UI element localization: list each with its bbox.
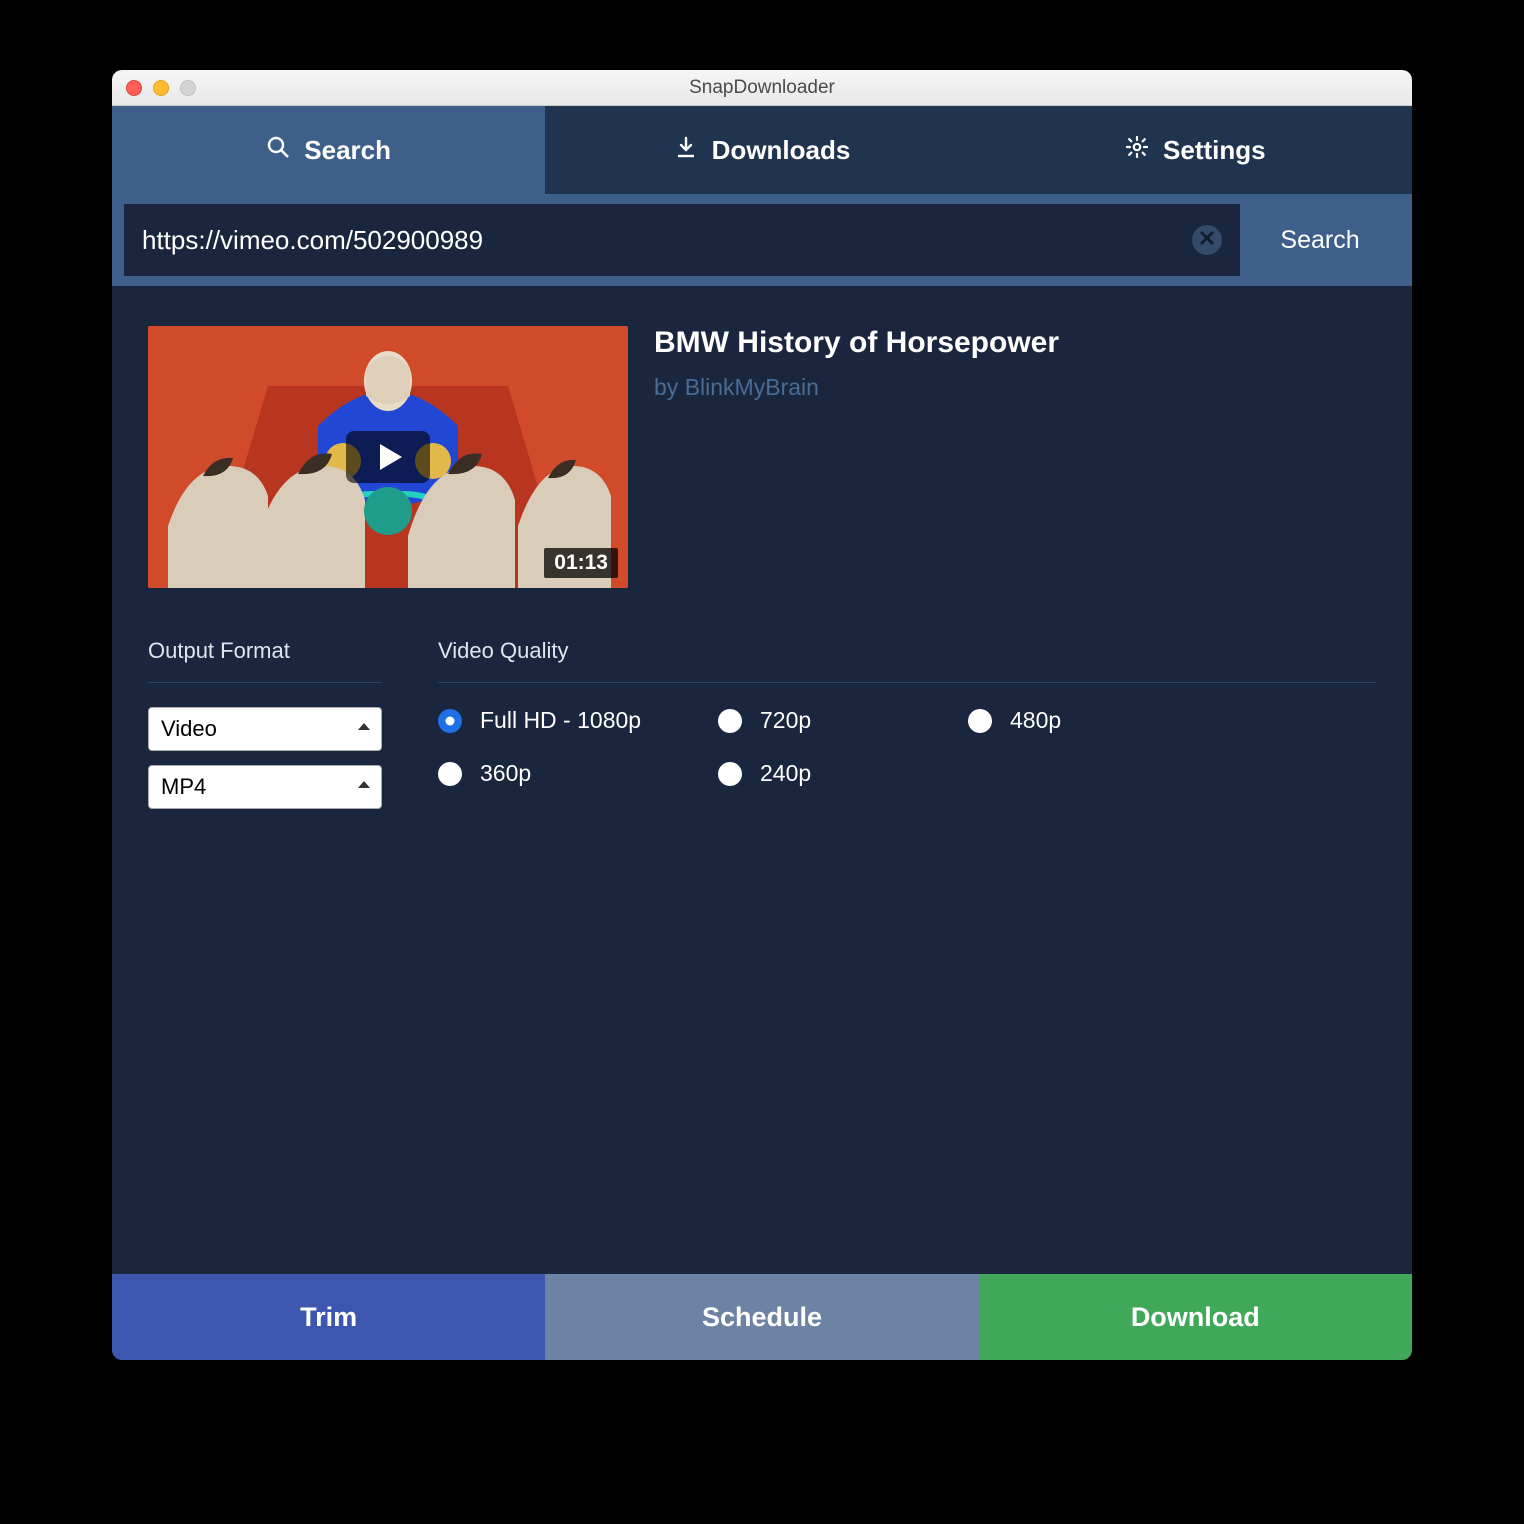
gear-icon (1125, 135, 1149, 166)
button-label: Schedule (702, 1302, 822, 1333)
tab-label: Downloads (712, 135, 851, 166)
tab-label: Settings (1163, 135, 1266, 166)
video-author: by BlinkMyBrain (654, 374, 1059, 401)
radio-icon (718, 709, 742, 733)
video-title: BMW History of Horsepower (654, 326, 1059, 360)
radio-icon (718, 762, 742, 786)
titlebar: SnapDownloader (112, 70, 1412, 106)
select-value: Video (148, 707, 382, 751)
format-container-select[interactable]: MP4 (148, 765, 382, 809)
app-window: SnapDownloader Search Downloads Settings (112, 70, 1412, 1360)
radio-label: 360p (480, 760, 531, 787)
video-result: 01:13 BMW History of Horsepower by Blink… (148, 326, 1376, 588)
divider (148, 682, 382, 683)
output-format-section: Output Format Video MP4 (148, 638, 382, 823)
search-icon (266, 135, 290, 166)
section-heading: Video Quality (438, 638, 1376, 664)
close-icon (1199, 230, 1215, 251)
tab-label: Search (304, 135, 391, 166)
tab-downloads[interactable]: Downloads (545, 106, 978, 194)
radio-label: Full HD - 1080p (480, 707, 641, 734)
select-value: MP4 (148, 765, 382, 809)
quality-option-240p[interactable]: 240p (718, 760, 968, 787)
radio-icon (438, 709, 462, 733)
download-icon (674, 135, 698, 166)
radio-icon (968, 709, 992, 733)
radio-label: 720p (760, 707, 811, 734)
content-area: 01:13 BMW History of Horsepower by Blink… (112, 286, 1412, 1274)
video-duration: 01:13 (544, 548, 618, 578)
quality-option-1080p[interactable]: Full HD - 1080p (438, 707, 718, 734)
video-thumbnail[interactable]: 01:13 (148, 326, 628, 588)
format-type-select[interactable]: Video (148, 707, 382, 751)
schedule-button[interactable]: Schedule (545, 1274, 978, 1360)
quality-option-720p[interactable]: 720p (718, 707, 968, 734)
tab-settings[interactable]: Settings (979, 106, 1412, 194)
bottom-action-bar: Trim Schedule Download (112, 1274, 1412, 1360)
clear-input-button[interactable] (1192, 225, 1222, 255)
button-label: Trim (300, 1302, 357, 1333)
quality-option-360p[interactable]: 360p (438, 760, 718, 787)
quality-radio-group: Full HD - 1080p 720p 480p 360p (438, 707, 1376, 787)
search-bar: Search (112, 194, 1412, 286)
url-input-wrap (124, 204, 1240, 276)
search-button-label: Search (1280, 226, 1359, 255)
download-button[interactable]: Download (979, 1274, 1412, 1360)
radio-icon (438, 762, 462, 786)
radio-label: 240p (760, 760, 811, 787)
video-quality-section: Video Quality Full HD - 1080p 720p 480p (438, 638, 1376, 823)
play-icon (346, 431, 430, 483)
window-title: SnapDownloader (112, 77, 1412, 99)
quality-option-480p[interactable]: 480p (968, 707, 1376, 734)
options-row: Output Format Video MP4 Video Quality Fu… (148, 638, 1376, 823)
section-heading: Output Format (148, 638, 382, 664)
trim-button[interactable]: Trim (112, 1274, 545, 1360)
radio-label: 480p (1010, 707, 1061, 734)
url-input[interactable] (142, 225, 1180, 256)
video-meta: BMW History of Horsepower by BlinkMyBrai… (654, 326, 1059, 588)
button-label: Download (1131, 1302, 1260, 1333)
tab-search[interactable]: Search (112, 106, 545, 194)
search-button[interactable]: Search (1240, 204, 1400, 276)
divider (438, 682, 1376, 683)
main-tabs: Search Downloads Settings (112, 106, 1412, 194)
